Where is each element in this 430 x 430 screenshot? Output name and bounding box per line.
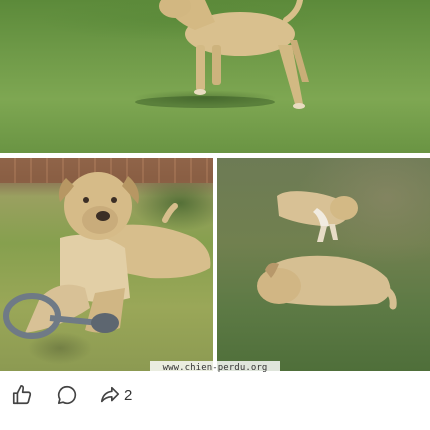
resting-dogs-figure (257, 191, 397, 310)
standing-dog-figure (135, 0, 309, 109)
lying-dog-figure (3, 172, 211, 339)
comment-button[interactable] (56, 383, 78, 407)
like-button[interactable] (11, 383, 33, 407)
post-action-bar: 2 (0, 375, 430, 415)
share-count: 2 (124, 386, 133, 404)
dog-photo-bottom-left[interactable] (0, 158, 213, 371)
share-button[interactable]: 2 (99, 383, 132, 407)
share-icon (100, 386, 120, 403)
dog-photo-top[interactable] (0, 0, 430, 153)
comment-icon (57, 385, 77, 405)
thumbs-up-icon (12, 385, 32, 405)
dog-photo-bottom-right[interactable] (217, 158, 430, 371)
